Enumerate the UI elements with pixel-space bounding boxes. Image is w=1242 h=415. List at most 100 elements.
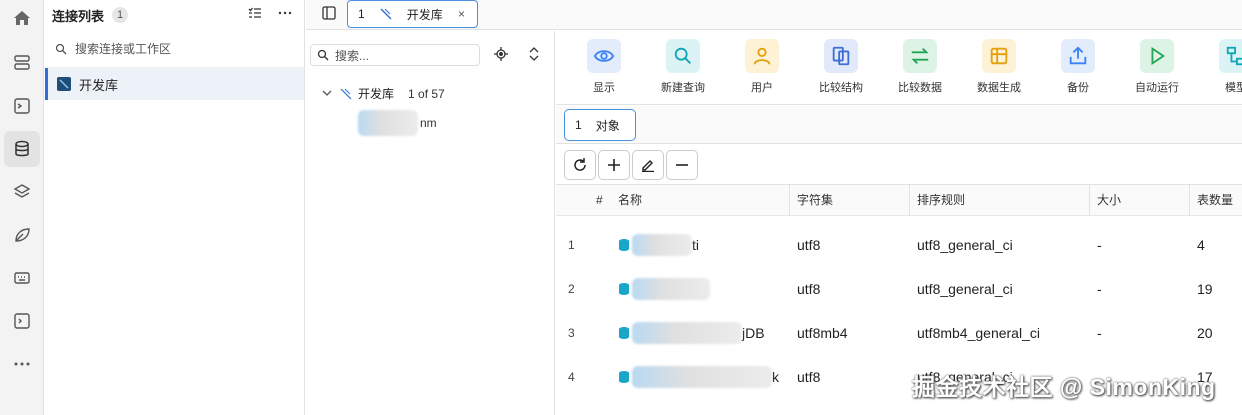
row-name: ti (618, 223, 699, 267)
expand-collapse-icon[interactable] (528, 47, 540, 64)
activity-bar (0, 0, 44, 415)
connection-search-placeholder: 搜索连接或工作区 (75, 42, 172, 56)
column-header-name[interactable]: 名称 (612, 185, 642, 216)
mysql-dolphin-icon (340, 88, 352, 99)
toolbar-button-compare-structure[interactable]: 比较结构 (801, 39, 881, 95)
toolbar-button-model[interactable]: 模型 (1196, 39, 1242, 95)
column-header-table-count[interactable]: 表数量 (1191, 185, 1233, 216)
compare-data-icon (903, 39, 937, 73)
refresh-button[interactable] (564, 150, 596, 180)
connection-item-dev[interactable]: 开发库 (45, 68, 304, 100)
home-icon[interactable] (4, 0, 40, 36)
column-header-size[interactable]: 大小 (1091, 185, 1121, 216)
tree-search-input[interactable]: 搜索... (310, 44, 480, 66)
row-name: k (618, 355, 779, 399)
toolbar-button-label: 比较结构 (819, 82, 863, 94)
toolbar-button-label: 自动运行 (1135, 82, 1179, 94)
search-icon (55, 43, 67, 54)
row-size: - (1097, 281, 1102, 297)
table-row[interactable]: 1 ti utf8 utf8_general_ci - 4 (556, 223, 1242, 267)
refresh-icon (574, 158, 586, 171)
database-icon (619, 239, 629, 251)
row-index: 1 (568, 238, 575, 252)
add-button[interactable] (598, 150, 630, 180)
connections-icon[interactable] (4, 45, 40, 81)
play-icon (1140, 39, 1174, 73)
row-table-count: 19 (1197, 281, 1213, 297)
tab-strip: 1 开发库 × (306, 0, 1242, 30)
database-icon[interactable] (4, 131, 40, 167)
model-icon (1219, 39, 1242, 73)
toolbar-button-search[interactable]: 新建查询 (643, 39, 723, 95)
edit-button[interactable] (632, 150, 664, 180)
row-name: jDB (618, 311, 765, 355)
database-icon (619, 371, 629, 383)
plus-icon (608, 159, 620, 171)
toolbar-button-label: 新建查询 (661, 82, 705, 94)
connection-item-label: 开发库 (79, 77, 119, 93)
row-index: 3 (568, 326, 575, 340)
list-view-icon[interactable] (248, 6, 262, 23)
toolbar-button-compare-data[interactable]: 比较数据 (880, 39, 960, 95)
row-name-suffix: ti (692, 237, 699, 253)
toolbar-button-data-generate[interactable]: 数据生成 (959, 39, 1039, 95)
tree-child-label: nm (420, 116, 437, 130)
tab-objects[interactable]: 1 对象 (564, 109, 636, 141)
redacted-name (632, 278, 710, 300)
toolbar-button-backup[interactable]: 备份 (1038, 39, 1118, 95)
table-row[interactable]: 2 utf8 utf8_general_ci - 19 (556, 267, 1242, 311)
table-row[interactable]: 3 jDB utf8mb4 utf8mb4_general_ci - 20 (556, 311, 1242, 355)
tab-dev-db[interactable]: 1 开发库 × (347, 0, 478, 28)
tree-node-child[interactable]: nm (358, 109, 474, 137)
toolbar-button-label: 备份 (1067, 82, 1089, 94)
toolbar-button-label: 比较数据 (898, 82, 942, 94)
row-charset: utf8 (797, 237, 821, 253)
column-header-index[interactable]: # (590, 185, 603, 216)
minus-icon (676, 164, 688, 166)
search-icon (666, 39, 700, 73)
toolbar-button-user[interactable]: 用户 (722, 39, 802, 95)
watermark: 掘金技术社区 @ SimonKing (912, 374, 1216, 400)
app-window: 连接列表 1 搜索连接或工作区 开发库 1 开发库 × 搜索... 开发库 1 … (0, 0, 1242, 415)
layers-icon[interactable] (4, 174, 40, 210)
leaf-icon[interactable] (4, 217, 40, 253)
close-icon[interactable]: × (458, 7, 465, 21)
compare-structure-icon (824, 39, 858, 73)
row-index: 4 (568, 370, 575, 384)
row-charset: utf8 (797, 369, 821, 385)
redacted-name (632, 234, 692, 256)
sidebar-toggle-icon[interactable] (322, 6, 336, 23)
delete-button[interactable] (666, 150, 698, 180)
row-name-suffix: k (772, 369, 779, 385)
mysql-dolphin-icon (380, 8, 392, 20)
more-icon[interactable] (4, 346, 40, 382)
row-index: 2 (568, 282, 575, 296)
row-table-count: 4 (1197, 237, 1205, 253)
user-icon (745, 39, 779, 73)
main-toolbar: 显示 新建查询 用户 比较结构 比较数据 数据生成 备份 自动运行 模型 (556, 31, 1242, 105)
connection-count-badge: 1 (112, 7, 129, 23)
object-tree: 搜索... 开发库 1 of 57 nm (306, 31, 555, 415)
toolbar-button-eye[interactable]: 显示 (564, 39, 644, 95)
redacted-name (632, 366, 772, 388)
keyboard-icon[interactable] (4, 260, 40, 296)
toolbar-button-label: 模型 (1225, 82, 1242, 94)
more-options-icon[interactable] (278, 6, 292, 23)
connection-list-title: 连接列表 (52, 8, 105, 24)
console-icon[interactable] (4, 303, 40, 339)
chevron-down-icon[interactable] (322, 87, 332, 101)
database-icon (619, 327, 629, 339)
terminal-icon[interactable] (4, 88, 40, 124)
column-header-collation[interactable]: 排序规则 (911, 185, 965, 216)
toolbar-button-label: 显示 (593, 82, 615, 94)
connection-search[interactable]: 搜索连接或工作区 (45, 30, 304, 68)
data-generate-icon (982, 39, 1016, 73)
locate-icon[interactable] (494, 47, 508, 64)
toolbar-button-play[interactable]: 自动运行 (1117, 39, 1197, 95)
column-header-charset[interactable]: 字符集 (791, 185, 833, 216)
tree-node-database[interactable]: 开发库 1 of 57 (322, 85, 445, 102)
row-size: - (1097, 237, 1102, 253)
row-charset: utf8mb4 (797, 325, 848, 341)
eye-icon (587, 39, 621, 73)
tree-database-name: 开发库 (358, 87, 395, 101)
